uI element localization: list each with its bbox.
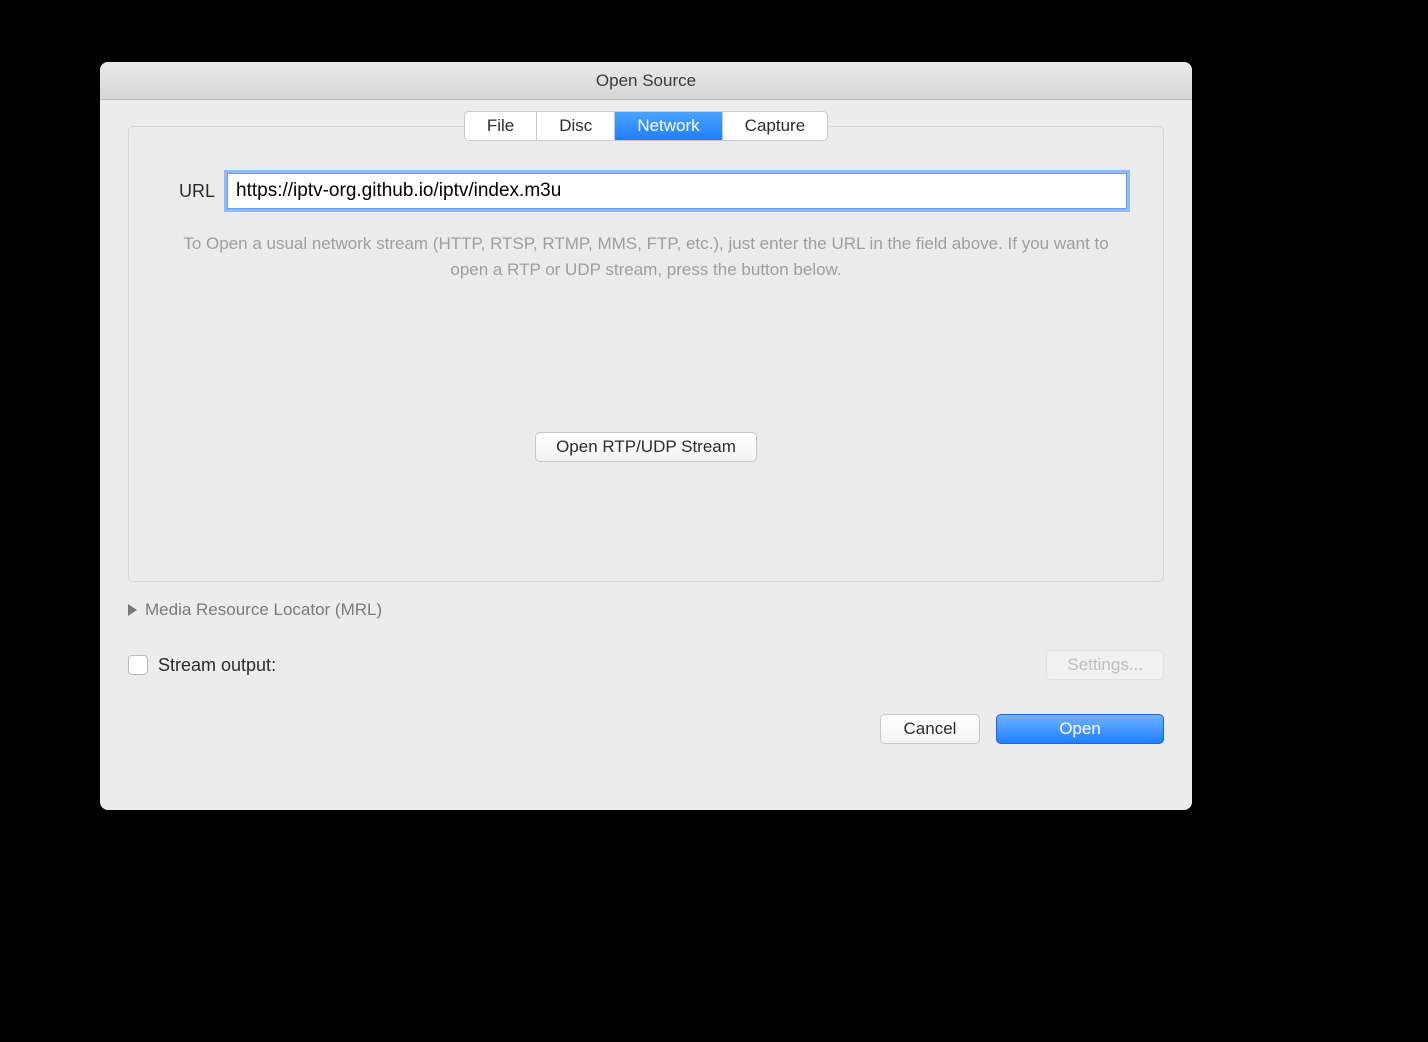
stream-output-left: Stream output: xyxy=(128,655,276,676)
open-button[interactable]: Open xyxy=(996,714,1164,744)
disclosure-triangle-icon xyxy=(128,604,137,616)
stream-output-row: Stream output: Settings... xyxy=(128,650,1164,680)
url-input[interactable] xyxy=(227,173,1127,209)
url-hint-text: To Open a usual network stream (HTTP, RT… xyxy=(165,231,1127,282)
stream-settings-button: Settings... xyxy=(1046,650,1164,680)
url-label: URL xyxy=(165,181,215,202)
url-field-wrap xyxy=(227,173,1127,209)
mrl-disclosure-label: Media Resource Locator (MRL) xyxy=(145,600,382,620)
network-panel: URL To Open a usual network stream (HTTP… xyxy=(128,126,1164,582)
tab-capture[interactable]: Capture xyxy=(723,112,827,140)
stream-output-checkbox[interactable] xyxy=(128,655,148,675)
url-row: URL xyxy=(165,173,1127,209)
source-tabs: File Disc Network Capture xyxy=(464,111,828,141)
dialog-footer: Cancel Open xyxy=(128,714,1164,744)
tab-network[interactable]: Network xyxy=(615,112,722,140)
stream-output-label: Stream output: xyxy=(158,655,276,676)
tab-disc[interactable]: Disc xyxy=(537,112,615,140)
open-source-dialog: Open Source File Disc Network Capture UR… xyxy=(100,62,1192,810)
tab-file[interactable]: File xyxy=(465,112,537,140)
open-rtp-udp-button[interactable]: Open RTP/UDP Stream xyxy=(535,432,757,462)
window-title: Open Source xyxy=(100,62,1192,100)
cancel-button[interactable]: Cancel xyxy=(880,714,980,744)
dialog-content: File Disc Network Capture URL To Open a … xyxy=(100,100,1192,810)
rtp-button-wrap: Open RTP/UDP Stream xyxy=(165,432,1127,462)
mrl-disclosure[interactable]: Media Resource Locator (MRL) xyxy=(128,600,1164,620)
